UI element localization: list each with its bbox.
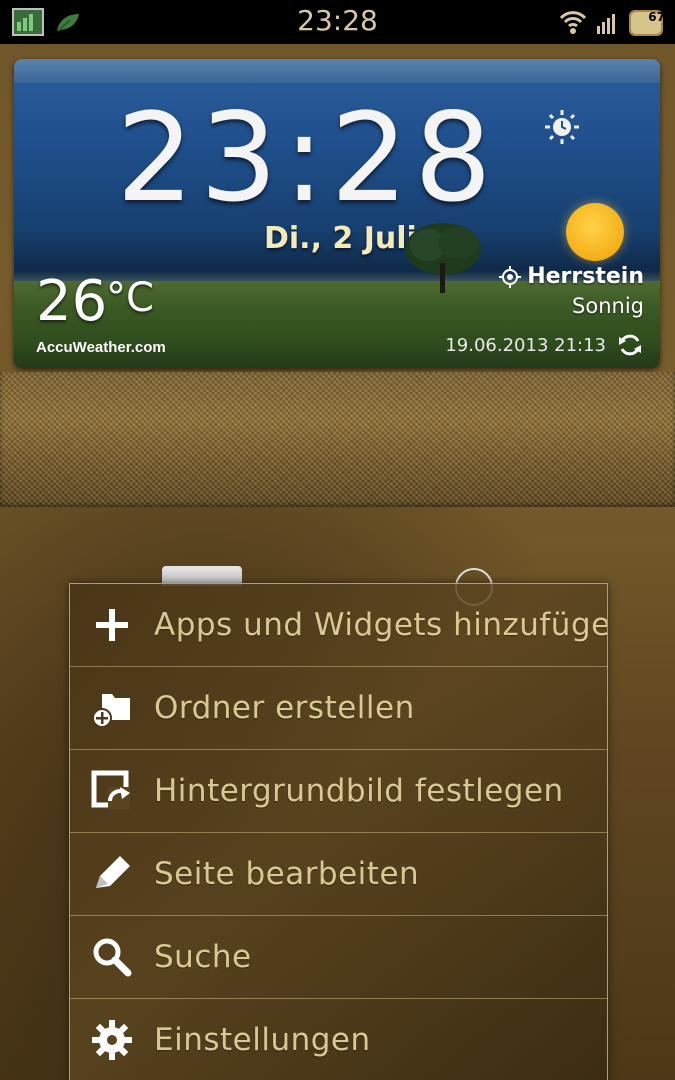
battery-level: 67: [648, 10, 665, 24]
home-screen: 23:28 67 23:28 Di., 2 Juli 26 °C AccuWea…: [0, 0, 675, 1080]
menu-item-label: Seite bearbeiten: [154, 856, 420, 892]
location-row: Herrstein: [499, 264, 644, 289]
menu-item-settings[interactable]: Einstellungen: [70, 999, 607, 1080]
widget-date: Di., 2 Juli: [264, 221, 417, 256]
menu-item-label: Apps und Widgets hinzufügen: [154, 607, 607, 643]
status-bar: 23:28 67: [0, 0, 675, 44]
widget-header-bar: [14, 59, 660, 83]
wallpaper-icon: [90, 769, 134, 813]
menu-item-search[interactable]: Suche: [70, 916, 607, 999]
gear-icon: [90, 1018, 134, 1062]
provider-link[interactable]: AccuWeather.com: [36, 339, 166, 356]
temperature: 26: [36, 269, 108, 334]
tree-image: [405, 223, 481, 293]
add-folder-icon: [90, 686, 134, 730]
pencil-icon: [90, 852, 134, 896]
menu-item-label: Hintergrundbild festlegen: [154, 773, 564, 809]
updated-timestamp: 19.06.2013 21:13: [445, 334, 606, 356]
weather-condition: Sonnig: [572, 294, 644, 318]
texture-band: [0, 372, 675, 507]
menu-item-set-wallpaper[interactable]: Hintergrundbild festlegen: [70, 750, 607, 833]
wifi-icon: [559, 11, 587, 34]
menu-item-edit-page[interactable]: Seite bearbeiten: [70, 833, 607, 916]
updated-row: 19.06.2013 21:13: [445, 331, 644, 359]
menu-item-label: Einstellungen: [154, 1022, 371, 1058]
temperature-unit: °C: [106, 275, 154, 321]
weather-widget[interactable]: 23:28 Di., 2 Juli 26 °C AccuWeather.com …: [14, 59, 660, 368]
refresh-icon[interactable]: [616, 331, 644, 359]
menu-item-label: Suche: [154, 939, 252, 975]
plus-icon: [90, 603, 134, 647]
menu-item-label: Ordner erstellen: [154, 690, 415, 726]
alarm-icon: [545, 110, 579, 144]
signal-icon: [597, 14, 615, 34]
menu-item-add-apps-widgets[interactable]: Apps und Widgets hinzufügen: [70, 584, 607, 667]
menu-item-create-folder[interactable]: Ordner erstellen: [70, 667, 607, 750]
context-menu: Apps und Widgets hinzufügen Ordner erste…: [69, 583, 608, 1080]
location-name: Herrstein: [527, 264, 644, 289]
search-icon: [90, 935, 134, 979]
location-icon: [499, 265, 522, 288]
sun-icon: [566, 203, 624, 261]
